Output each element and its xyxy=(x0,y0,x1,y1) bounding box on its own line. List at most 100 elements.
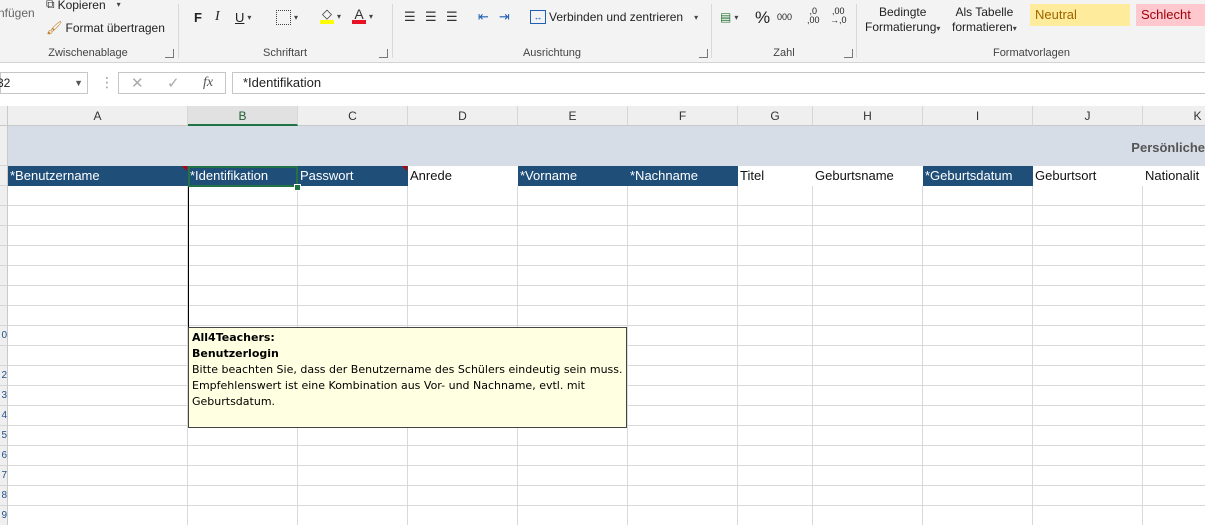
header-cell-d[interactable]: Anrede xyxy=(408,166,518,186)
column-header-b[interactable]: B xyxy=(188,106,298,126)
cell-comment[interactable]: All4Teachers: Benutzerlogin Bitte beacht… xyxy=(188,327,627,428)
column-gridline xyxy=(627,186,628,525)
copy-button[interactable]: ⧉ Kopieren ▾ xyxy=(46,0,121,12)
style-bad[interactable]: Schlecht xyxy=(1136,4,1205,26)
comment-indicator-icon xyxy=(182,166,187,171)
header-cell-g[interactable]: Titel xyxy=(738,166,813,186)
decrease-decimal-button[interactable]: ,00 →,0 xyxy=(830,7,847,25)
chevron-down-icon: ▾ xyxy=(247,13,252,22)
thousands-separator-button[interactable]: 000 xyxy=(777,12,792,22)
row-header[interactable]: 4 xyxy=(0,406,8,426)
increase-decimal-button[interactable]: ,0 ,00 xyxy=(807,7,820,25)
cancel-icon[interactable]: ✕ xyxy=(131,74,144,92)
active-cell-outline[interactable] xyxy=(188,166,298,187)
row-header[interactable] xyxy=(0,246,8,266)
header-cell-k[interactable]: Nationalit xyxy=(1143,166,1205,186)
bold-button[interactable]: F xyxy=(194,10,202,25)
column-header-a[interactable]: A xyxy=(8,106,188,126)
clipboard-launcher-icon[interactable]: · xyxy=(165,49,174,58)
row-gridline xyxy=(8,465,1205,466)
align-center-button[interactable]: ☰ xyxy=(425,9,437,25)
chevron-down-icon: ▾ xyxy=(294,13,299,22)
underline-button[interactable]: U ▾ xyxy=(235,10,251,25)
merge-cells-icon: ↔ xyxy=(530,10,546,24)
insert-function-icon[interactable]: fx xyxy=(203,75,213,91)
paste-button[interactable]: nfügen xyxy=(0,6,35,20)
column-header-f[interactable]: F xyxy=(628,106,738,126)
row-header[interactable]: 8 xyxy=(0,486,8,506)
header-cell-h[interactable]: Geburtsname xyxy=(813,166,923,186)
column-header-k[interactable]: K xyxy=(1143,106,1205,126)
chevron-down-icon: ▾ xyxy=(337,11,342,21)
row-header[interactable] xyxy=(0,126,8,166)
fill-handle[interactable] xyxy=(294,184,301,191)
format-painter-label: Format übertragen xyxy=(65,21,165,35)
row-header[interactable] xyxy=(0,206,8,226)
chevron-down-icon: ▾ xyxy=(116,0,121,9)
bold-label: F xyxy=(194,10,202,25)
increase-indent-button[interactable]: ⇥ xyxy=(499,9,510,25)
clipboard-group-label: Zwischenablage xyxy=(48,47,128,59)
increase-indent-icon: ⇥ xyxy=(499,9,510,24)
header-cell-c[interactable]: Passwort xyxy=(298,166,408,186)
merge-center-button[interactable]: ↔ Verbinden und zentrieren ▾ xyxy=(530,10,698,24)
style-neutral[interactable]: Neutral xyxy=(1030,4,1130,26)
row-gridline xyxy=(8,445,1205,446)
column-header-e[interactable]: E xyxy=(518,106,628,126)
row-header[interactable]: 7 xyxy=(0,466,8,486)
font-launcher-icon[interactable]: · xyxy=(379,49,388,58)
column-header-i[interactable]: I xyxy=(923,106,1033,126)
chevron-down-icon[interactable]: ▼ xyxy=(74,73,83,93)
row-header[interactable] xyxy=(0,226,8,246)
row-header[interactable]: 0 xyxy=(0,326,8,346)
header-cell-f[interactable]: *Nachname xyxy=(628,166,738,186)
row-header[interactable]: 3 xyxy=(0,386,8,406)
row-header[interactable]: 9 xyxy=(0,506,8,525)
column-header-c[interactable]: C xyxy=(298,106,408,126)
row-header[interactable] xyxy=(0,286,8,306)
enter-icon[interactable]: ✓ xyxy=(167,74,180,92)
title-band-text: Persönliche xyxy=(1131,140,1205,155)
column-header-d[interactable]: D xyxy=(408,106,518,126)
conditional-formatting-line1: Bedingte xyxy=(879,5,927,19)
align-right-icon: ☰ xyxy=(446,9,458,24)
align-right-button[interactable]: ☰ xyxy=(446,9,458,25)
font-color-button[interactable]: A ▾ xyxy=(352,7,373,24)
decrease-indent-button[interactable]: ⇤ xyxy=(478,9,489,25)
percent-button[interactable]: % xyxy=(755,8,770,28)
column-header-h[interactable]: H xyxy=(813,106,923,126)
row-header[interactable]: 5 xyxy=(0,426,8,446)
conditional-formatting-button[interactable]: Bedingte Formatierung▾ xyxy=(865,5,940,34)
italic-button[interactable]: I xyxy=(215,9,220,25)
header-cell-i[interactable]: *Geburtsdatum xyxy=(923,166,1033,186)
row-header[interactable] xyxy=(0,166,8,186)
number-launcher-icon[interactable]: · xyxy=(844,49,853,58)
worksheet-grid[interactable]: ABCDEFGHIJK 0 23456789 Persönliche *Benutz… xyxy=(0,106,1205,525)
header-cell-j[interactable]: Geburtsort xyxy=(1033,166,1143,186)
comment-body-line2: Empfehlenswert ist eine Kombination aus … xyxy=(192,379,585,392)
row-header[interactable] xyxy=(0,346,8,366)
column-header-g[interactable]: G xyxy=(738,106,813,126)
column-header-j[interactable]: J xyxy=(1033,106,1143,126)
currency-format-button[interactable]: ▤ ▾ xyxy=(720,10,738,24)
header-cell-a[interactable]: *Benutzername xyxy=(8,166,188,186)
align-left-button[interactable]: ☰ xyxy=(404,9,416,25)
row-header[interactable] xyxy=(0,306,8,326)
row-header[interactable]: 2 xyxy=(0,366,8,386)
ribbon: nfügen ⧉ Kopieren ▾ 🖌 Format übertragen … xyxy=(0,0,1205,63)
format-painter-button[interactable]: 🖌 Format übertragen xyxy=(46,20,165,36)
select-all-corner[interactable] xyxy=(0,106,8,126)
alignment-launcher-icon[interactable]: · xyxy=(699,49,708,58)
header-cell-e[interactable]: *Vorname xyxy=(518,166,628,186)
name-box[interactable]: 32 ▼ xyxy=(0,72,88,94)
name-box-value: 32 xyxy=(0,76,11,90)
percent-label: % xyxy=(755,8,771,27)
row-header[interactable] xyxy=(0,186,8,206)
borders-button[interactable]: ▾ xyxy=(276,10,298,25)
row-header[interactable]: 6 xyxy=(0,446,8,466)
formula-input[interactable]: *Identifikation xyxy=(232,72,1205,94)
format-as-table-button[interactable]: Als Tabelle formatieren▾ xyxy=(952,5,1017,34)
title-band: Persönliche xyxy=(8,126,1205,166)
fill-color-button[interactable]: ◇ ▾ xyxy=(320,7,342,24)
row-header[interactable] xyxy=(0,266,8,286)
